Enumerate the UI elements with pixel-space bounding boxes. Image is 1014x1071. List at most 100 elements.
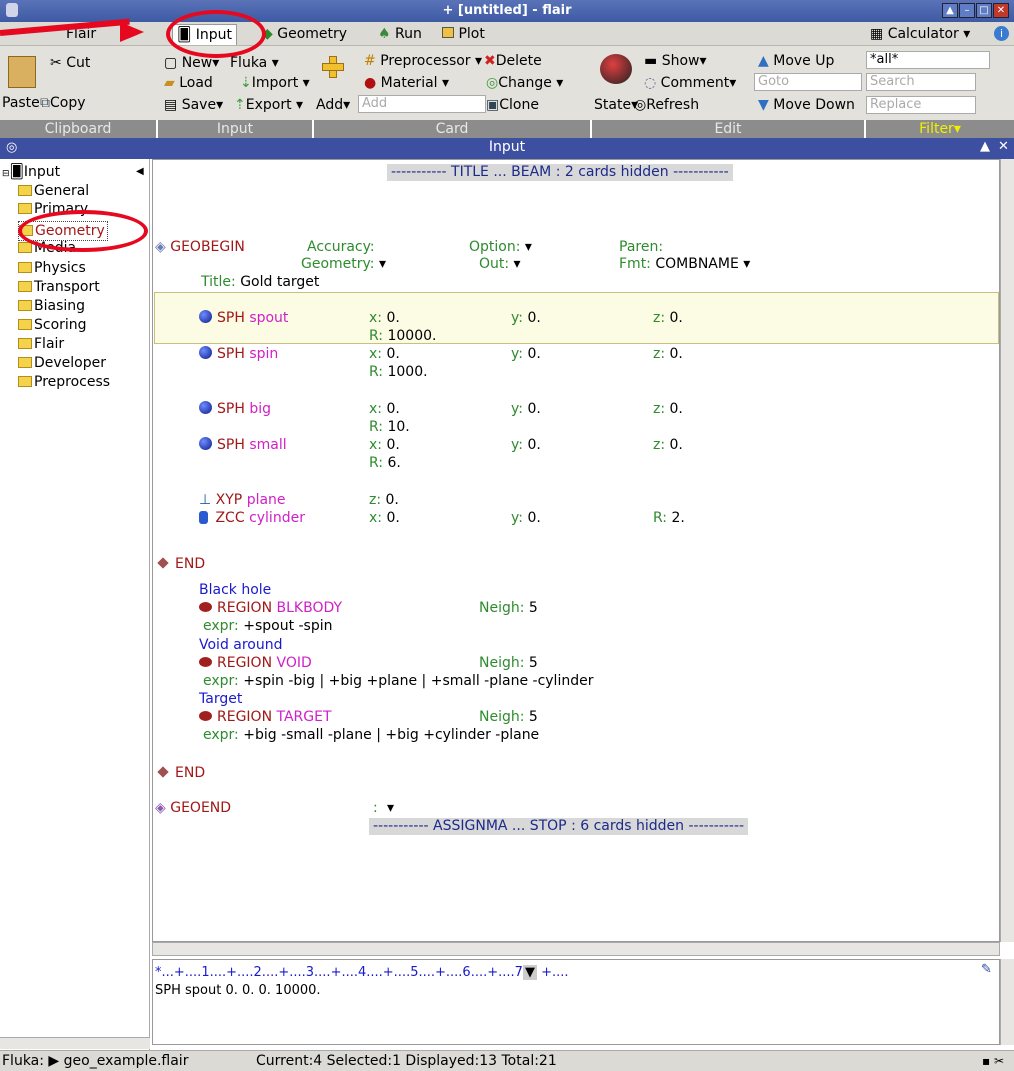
state-icon[interactable] bbox=[600, 54, 632, 84]
add-button[interactable]: Add▾ bbox=[316, 96, 350, 114]
close-icon[interactable]: ✕ bbox=[993, 3, 1009, 18]
restore-icon[interactable]: ▲ bbox=[942, 3, 958, 18]
geoend-card[interactable]: ◈ GEOEND: ▾ bbox=[155, 800, 394, 817]
replace-input[interactable]: Replace bbox=[866, 96, 976, 114]
cut-button[interactable]: ✂ Cut bbox=[50, 54, 90, 72]
sphere-icon bbox=[199, 346, 212, 359]
calculator-icon: ▦ bbox=[870, 26, 884, 42]
tree-item-biasing[interactable]: Biasing bbox=[18, 297, 85, 315]
show-button[interactable]: ▬ Show▾ bbox=[644, 52, 707, 70]
folder-open-icon: ▰ bbox=[164, 75, 175, 91]
end-card-2[interactable]: END bbox=[157, 765, 205, 782]
annotation-arrow-head bbox=[120, 22, 144, 42]
tree-item-transport[interactable]: Transport bbox=[18, 278, 100, 296]
add-card-icon[interactable] bbox=[322, 56, 344, 78]
preprocessor-button[interactable]: # Preprocessor ▾ bbox=[364, 52, 482, 70]
maximize-icon[interactable]: □ bbox=[976, 3, 992, 18]
hidden-cards-bottom[interactable]: ----------- ASSIGNMA ... STOP : 6 cards … bbox=[369, 818, 749, 835]
panel-maximize-icon[interactable]: ▲ bbox=[980, 139, 990, 154]
tree-item-developer[interactable]: Developer bbox=[18, 354, 106, 372]
help-icon[interactable]: i bbox=[994, 26, 1009, 41]
tree-item-flair[interactable]: Flair bbox=[18, 335, 64, 353]
ruler-dropdown-icon[interactable]: ▼ bbox=[522, 965, 537, 980]
card-editor-scrollbar[interactable] bbox=[1000, 959, 1014, 1045]
group-filter[interactable]: Filter▾ bbox=[866, 120, 1014, 138]
minimize-icon[interactable]: – bbox=[959, 3, 975, 18]
edit-pencil-icon[interactable]: ✎ bbox=[981, 962, 997, 978]
save-icon: ▤ bbox=[164, 97, 178, 113]
filter-select[interactable]: *all* bbox=[866, 51, 990, 69]
material-button[interactable]: ● Material ▾ bbox=[364, 74, 449, 92]
tree-item-physics[interactable]: Physics bbox=[18, 259, 86, 277]
status-project: Fluka: ▶ geo_example.flair bbox=[2, 1053, 189, 1069]
card-editor[interactable]: ----------- TITLE ... BEAM : 2 cards hid… bbox=[152, 159, 1000, 942]
region-void[interactable]: REGION VOID bbox=[199, 655, 312, 672]
add-input[interactable]: Add bbox=[358, 95, 486, 113]
run-icon: ♠ bbox=[378, 26, 391, 42]
refresh-icon: ◎ bbox=[634, 97, 647, 113]
editor-vscrollbar[interactable] bbox=[1000, 159, 1014, 942]
card-text-editor[interactable]: *...+....1....+....2....+....3....+....4… bbox=[152, 959, 1000, 1045]
comment-icon: ◌ bbox=[644, 75, 657, 91]
editor-hscrollbar[interactable] bbox=[152, 942, 1000, 956]
goto-input[interactable]: Goto bbox=[754, 73, 862, 91]
region-comment-1: Black hole bbox=[199, 582, 272, 598]
geoend-icon: ◈ bbox=[155, 800, 166, 816]
group-card: Card bbox=[314, 120, 590, 138]
search-input[interactable]: Search bbox=[866, 73, 976, 91]
tree-scrollbar[interactable] bbox=[0, 1037, 150, 1049]
tree-item-scoring[interactable]: Scoring bbox=[18, 316, 87, 334]
import-icon: ⇣ bbox=[240, 75, 252, 91]
move-up-button[interactable]: ▲ Move Up bbox=[758, 52, 834, 70]
region-icon bbox=[199, 657, 212, 667]
fluka-button[interactable]: Fluka ▾ bbox=[230, 54, 279, 72]
accuracy-label: Accuracy: bbox=[307, 239, 375, 255]
region-target[interactable]: REGION TARGET bbox=[199, 709, 332, 726]
plot-icon bbox=[442, 27, 454, 38]
export-button[interactable]: ⇡Export ▾ bbox=[234, 96, 303, 114]
end-card-1[interactable]: END bbox=[157, 556, 205, 573]
geometry-field[interactable]: Geometry: ▾ bbox=[301, 256, 386, 273]
body-big[interactable]: SPH big bbox=[199, 401, 271, 418]
body-small[interactable]: SPH small bbox=[199, 437, 287, 454]
end-icon bbox=[157, 766, 169, 778]
status-icons[interactable]: ▪ ✂ bbox=[982, 1051, 1004, 1071]
paste-button[interactable]: Paste bbox=[2, 94, 40, 112]
tree-item-general[interactable]: General bbox=[18, 182, 89, 200]
tree-item-preprocess[interactable]: Preprocess bbox=[18, 373, 148, 391]
load-button[interactable]: ▰ Load bbox=[164, 74, 213, 92]
body-spout[interactable]: SPH spout bbox=[199, 310, 288, 327]
cylinder-icon bbox=[199, 511, 208, 524]
geobegin-card[interactable]: ◈ GEOBEGIN bbox=[155, 239, 245, 256]
change-button[interactable]: ◎Change ▾ bbox=[486, 74, 563, 92]
body-plane[interactable]: ⊥ XYP plane bbox=[199, 492, 286, 509]
tree-root[interactable]: ⊟🂠Input ◀ bbox=[2, 163, 144, 183]
tab-plot[interactable]: Plot bbox=[438, 24, 489, 45]
tab-geometry[interactable]: ◆ Geometry bbox=[258, 24, 351, 45]
region-blkbody[interactable]: REGION BLKBODY bbox=[199, 600, 342, 617]
title-field[interactable]: Title: Gold target bbox=[201, 274, 319, 291]
paren-label: Paren: bbox=[619, 239, 664, 255]
copy-button[interactable]: ⧉Copy bbox=[40, 94, 86, 112]
calculator-button[interactable]: ▦ Calculator ▾ bbox=[866, 24, 974, 45]
import-button[interactable]: ⇣Import ▾ bbox=[240, 74, 310, 92]
paste-icon[interactable] bbox=[8, 56, 36, 88]
save-button[interactable]: ▤ Save▾ bbox=[164, 96, 223, 114]
fmt-field[interactable]: Fmt: COMBNAME ▾ bbox=[619, 256, 750, 273]
delete-button[interactable]: ✖Delete bbox=[484, 52, 542, 70]
tab-run[interactable]: ♠ Run bbox=[374, 24, 426, 45]
out-field[interactable]: Out: ▾ bbox=[479, 256, 521, 273]
state-button[interactable]: State▾ bbox=[594, 96, 638, 114]
geobegin-icon: ◈ bbox=[155, 239, 166, 255]
comment-button[interactable]: ◌ Comment▾ bbox=[644, 74, 736, 92]
refresh-button[interactable]: ◎Refresh bbox=[634, 96, 699, 114]
body-cylinder[interactable]: ZCC cylinder bbox=[199, 510, 305, 527]
option-field[interactable]: Option: ▾ bbox=[469, 239, 532, 256]
clone-button[interactable]: ▣Clone bbox=[486, 96, 539, 114]
move-down-button[interactable]: ▼ Move Down bbox=[758, 96, 855, 114]
panel-close-icon[interactable]: ✕ bbox=[998, 139, 1009, 154]
body-spin[interactable]: SPH spin bbox=[199, 346, 278, 363]
export-icon: ⇡ bbox=[234, 97, 246, 113]
card-text-line[interactable]: SPH spout 0. 0. 0. 10000. bbox=[155, 982, 321, 999]
hidden-cards-top[interactable]: ----------- TITLE ... BEAM : 2 cards hid… bbox=[387, 164, 733, 181]
